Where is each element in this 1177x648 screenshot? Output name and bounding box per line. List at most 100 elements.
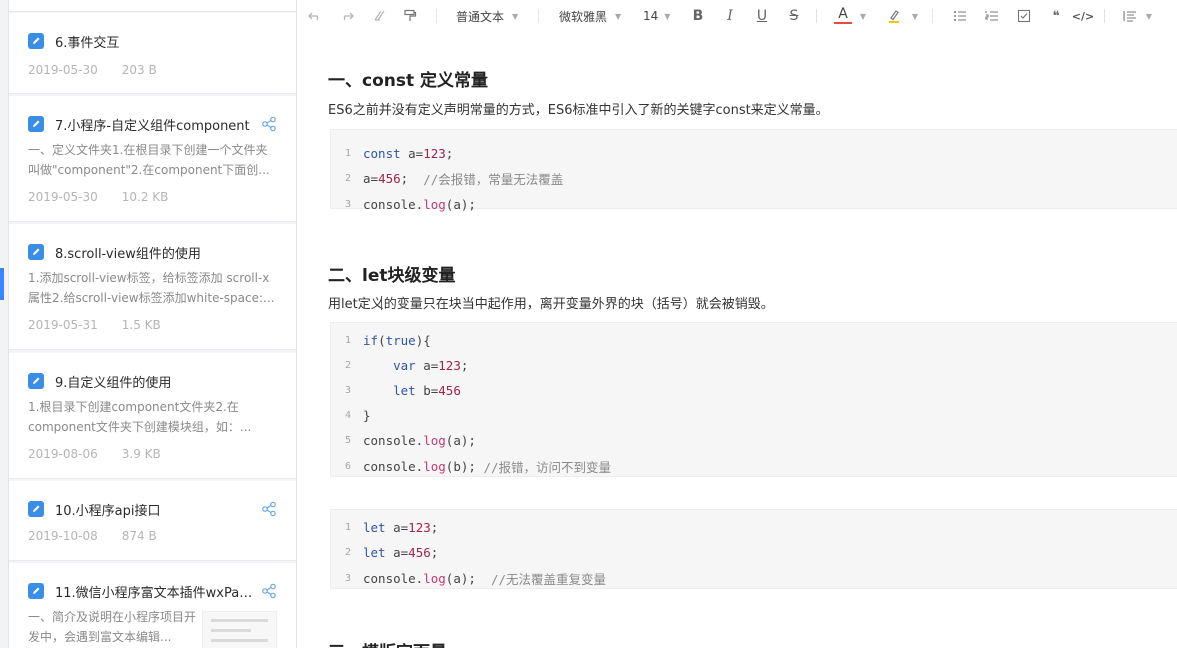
code-token: ; [460, 357, 469, 373]
note-item[interactable]: 7.小程序-自定义组件component 一、定义文件夹1.在根目录下创建一个文… [9, 96, 296, 222]
font-size-select[interactable]: 14 ▼ [643, 6, 677, 26]
line-number: 1 [344, 334, 351, 346]
note-title: 9.自定义组件的使用 [55, 375, 172, 391]
note-size: 203 B [121, 63, 157, 77]
code-token: ; [445, 145, 454, 161]
note-thumbnail [202, 611, 277, 648]
chevron-down-icon[interactable]: ▼ [858, 6, 868, 26]
code-token: //会报错，常量无法覆盖 [423, 172, 564, 187]
line-number: 1 [344, 521, 351, 533]
code-token: a= [423, 357, 439, 373]
code-token: log [423, 196, 446, 212]
format-painter-icon[interactable] [401, 6, 419, 26]
paragraph-style-select[interactable]: 普通文本 ▼ [456, 6, 528, 26]
active-indicator [0, 268, 4, 300]
code-token: a= [363, 171, 379, 186]
editor[interactable]: 普通文本 ▼ 微软雅黑 ▼ 14 ▼ B I U S A ▼ ▼ ❝ </> ▼… [298, 0, 1177, 648]
note-title: 8.scroll-view组件的使用 [55, 246, 201, 262]
undo-icon[interactable] [306, 6, 324, 26]
strikethrough-icon[interactable]: S [785, 6, 803, 26]
code-line: 1 const a= 123; [331, 143, 453, 163]
toolbar-separator [816, 9, 817, 23]
note-snippet: 一、简介及说明在小程序项目开发中，会遇到富文本编辑... [28, 610, 197, 644]
note-date: 2019-08-06 [28, 447, 98, 461]
note-item[interactable]: 9.自定义组件的使用 1.根目录下创建component文件夹2.在compon… [9, 353, 296, 479]
note-item[interactable]: 11.微信小程序富文本插件wxPar... 一、简介及说明在小程序项目开发中，会… [9, 563, 296, 648]
code-token: console. [363, 433, 424, 449]
code-line: 2 var a= 123; [331, 355, 468, 375]
section-heading: 三、模版字面量 [328, 638, 447, 648]
editor-toolbar: 普通文本 ▼ 微软雅黑 ▼ 14 ▼ B I U S A ▼ ▼ ❝ </> ▼ [298, 0, 1177, 32]
code-token: //无法覆盖重复变量 [490, 571, 607, 587]
note-date: 2019-10-08 [28, 529, 98, 543]
code-token: console. [363, 458, 424, 474]
note-size: 874 B [121, 529, 157, 543]
note-list[interactable]: 6.事件交互 2019-05-30 203 B 7.小程序-自定义组件compo… [9, 0, 297, 648]
bullet-list-icon[interactable] [951, 6, 969, 26]
code-token: a= [393, 519, 409, 535]
code-line: 2 a= 456; //会报错，常量无法覆盖 [331, 169, 563, 189]
code-token: log [423, 433, 446, 449]
code-token: 123 [423, 145, 446, 161]
note-item[interactable]: 8.scroll-view组件的使用 1.添加scroll-view标签，给标签… [9, 224, 296, 350]
checklist-icon[interactable] [1015, 6, 1033, 26]
note-snippet: 1.添加scroll-view标签，给标签添加 scroll-x属性2.给scr… [28, 271, 275, 305]
code-line: 3 let b= 456 [331, 380, 461, 400]
code-token: let [363, 545, 394, 560]
code-token: (b); [445, 458, 484, 474]
clear-format-icon[interactable] [370, 6, 388, 26]
note-date: 2019-05-31 [28, 318, 98, 332]
bold-icon[interactable]: B [689, 6, 707, 26]
font-family-select[interactable]: 微软雅黑 ▼ [559, 6, 631, 26]
code-line: 2 let a= 456; [331, 543, 438, 563]
line-number: 2 [344, 173, 351, 184]
code-token: let [393, 382, 424, 398]
code-block[interactable]: 1 let a= 123; 2 let a= 456; 3 console. log (a); /… [330, 509, 1177, 589]
highlight-icon[interactable] [885, 6, 903, 26]
note-title: 6.事件交互 [55, 35, 120, 51]
toolbar-separator [436, 9, 437, 23]
code-token: { [423, 332, 431, 348]
code-token: (a); [445, 570, 491, 586]
note-date: 2019-05-30 [28, 63, 98, 77]
code-token: ; [430, 519, 439, 535]
note-title: 10.小程序api接口 [55, 503, 161, 519]
font-color-icon[interactable]: A [834, 6, 852, 24]
font-size-label: 14 [643, 9, 659, 23]
code-block[interactable]: 1 if(true){2 var a= 123; 3 let b= 456 4} 5 cons… [330, 322, 1177, 477]
code-token: true [385, 332, 416, 348]
note-item[interactable]: 10.小程序api接口 2019-10-08 874 B [9, 481, 296, 561]
chevron-down-icon[interactable]: ▼ [910, 6, 920, 26]
code-icon[interactable]: </> [1072, 6, 1094, 26]
note-snippet: 一、定义文件夹1.在根目录下创建一个文件夹叫做"component"2.在com… [28, 143, 270, 177]
note-title: 7.小程序-自定义组件component [55, 118, 250, 134]
underline-icon[interactable]: U [753, 6, 771, 26]
note-icon [28, 244, 44, 260]
line-number: 5 [344, 435, 351, 447]
numbered-list-icon[interactable] [983, 6, 1001, 26]
line-number: 3 [344, 384, 351, 396]
note-size: 10.2 KB [121, 190, 169, 204]
code-line: 4} [331, 406, 371, 426]
chevron-down-icon: ▼ [615, 11, 622, 21]
line-number: 2 [344, 547, 351, 558]
share-icon[interactable] [261, 116, 277, 132]
share-icon[interactable] [261, 583, 277, 599]
note-item[interactable]: 6.事件交互 2019-05-30 203 B [9, 13, 296, 94]
italic-icon[interactable]: I [721, 6, 739, 26]
toolbar-separator [538, 9, 539, 23]
code-token: ( [378, 332, 386, 348]
align-icon[interactable] [1121, 6, 1139, 26]
code-block[interactable]: 1 const a= 123; 2 a= 456; //会报错，常量无法覆盖 3 consol… [330, 129, 1177, 212]
note-icon [28, 116, 44, 132]
chevron-down-icon[interactable]: ▼ [1144, 6, 1154, 26]
note-size: 1.5 KB [121, 318, 161, 332]
line-number: 6 [344, 460, 351, 472]
quote-icon[interactable]: ❝ [1047, 6, 1065, 26]
note-date: 2019-05-30 [28, 190, 98, 204]
section-description: 用let定义的变量只在块当中起作用，离开变量外界的块（括号）就会被销毁。 [328, 297, 774, 312]
redo-icon[interactable] [338, 6, 356, 26]
share-icon[interactable] [261, 501, 277, 517]
code-token: 123 [408, 519, 431, 535]
